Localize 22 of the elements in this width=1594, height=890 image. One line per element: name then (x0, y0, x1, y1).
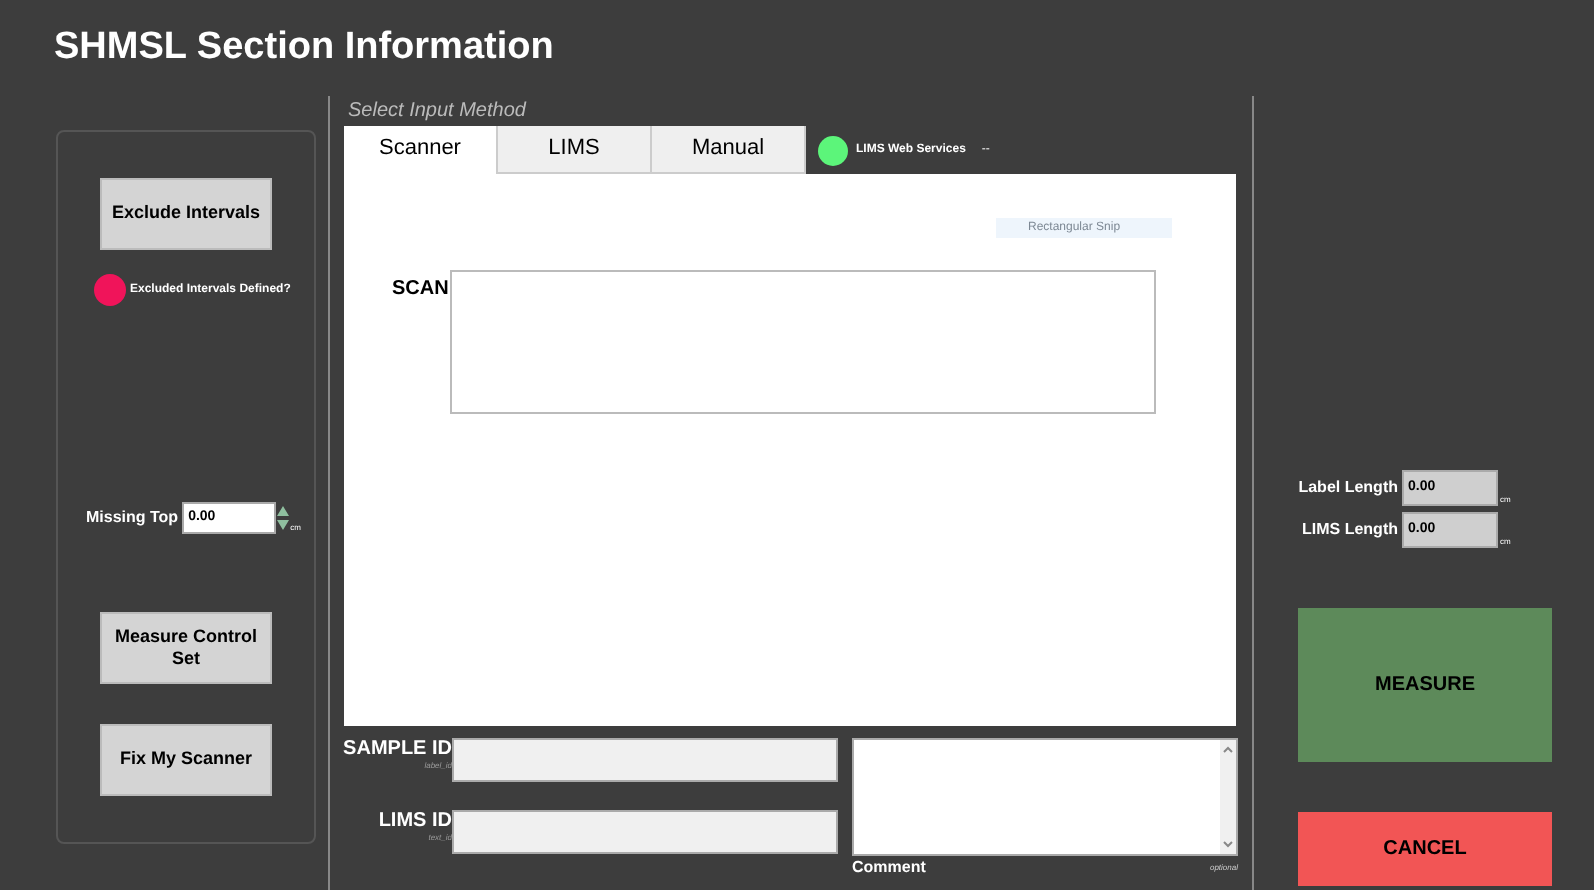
field-label: SAMPLE ID (343, 738, 452, 760)
scan-label: SCAN (392, 276, 449, 304)
id-field[interactable] (452, 738, 838, 782)
comment-field[interactable] (852, 738, 1238, 856)
scrollbar-drawing (1220, 740, 1236, 854)
exclude-intervals-button[interactable]: Exclude Intervals (100, 178, 272, 250)
tab[interactable]: Manual (652, 126, 806, 174)
action-button[interactable]: Fix My Scanner (100, 724, 272, 796)
comment-label: Comment (852, 856, 926, 880)
section-label: Select Input Method (348, 98, 529, 126)
scan-field[interactable] (450, 270, 1157, 414)
length-label: Label Length (1298, 476, 1398, 500)
field-label: LIMS ID (378, 810, 452, 832)
tab[interactable]: Scanner (344, 126, 498, 174)
cancel-button[interactable]: CANCEL (1298, 812, 1552, 886)
id-field[interactable] (452, 810, 838, 854)
action-button[interactable]: Measure Control Set (100, 612, 272, 684)
missing-top-label: Missing Top (86, 506, 179, 530)
measure-button[interactable]: MEASURE (1298, 608, 1552, 762)
tab[interactable]: LIMS (498, 126, 652, 174)
window-title: SHMSL Section Information (54, 23, 554, 72)
length-label: LIMS Length (1300, 518, 1398, 542)
